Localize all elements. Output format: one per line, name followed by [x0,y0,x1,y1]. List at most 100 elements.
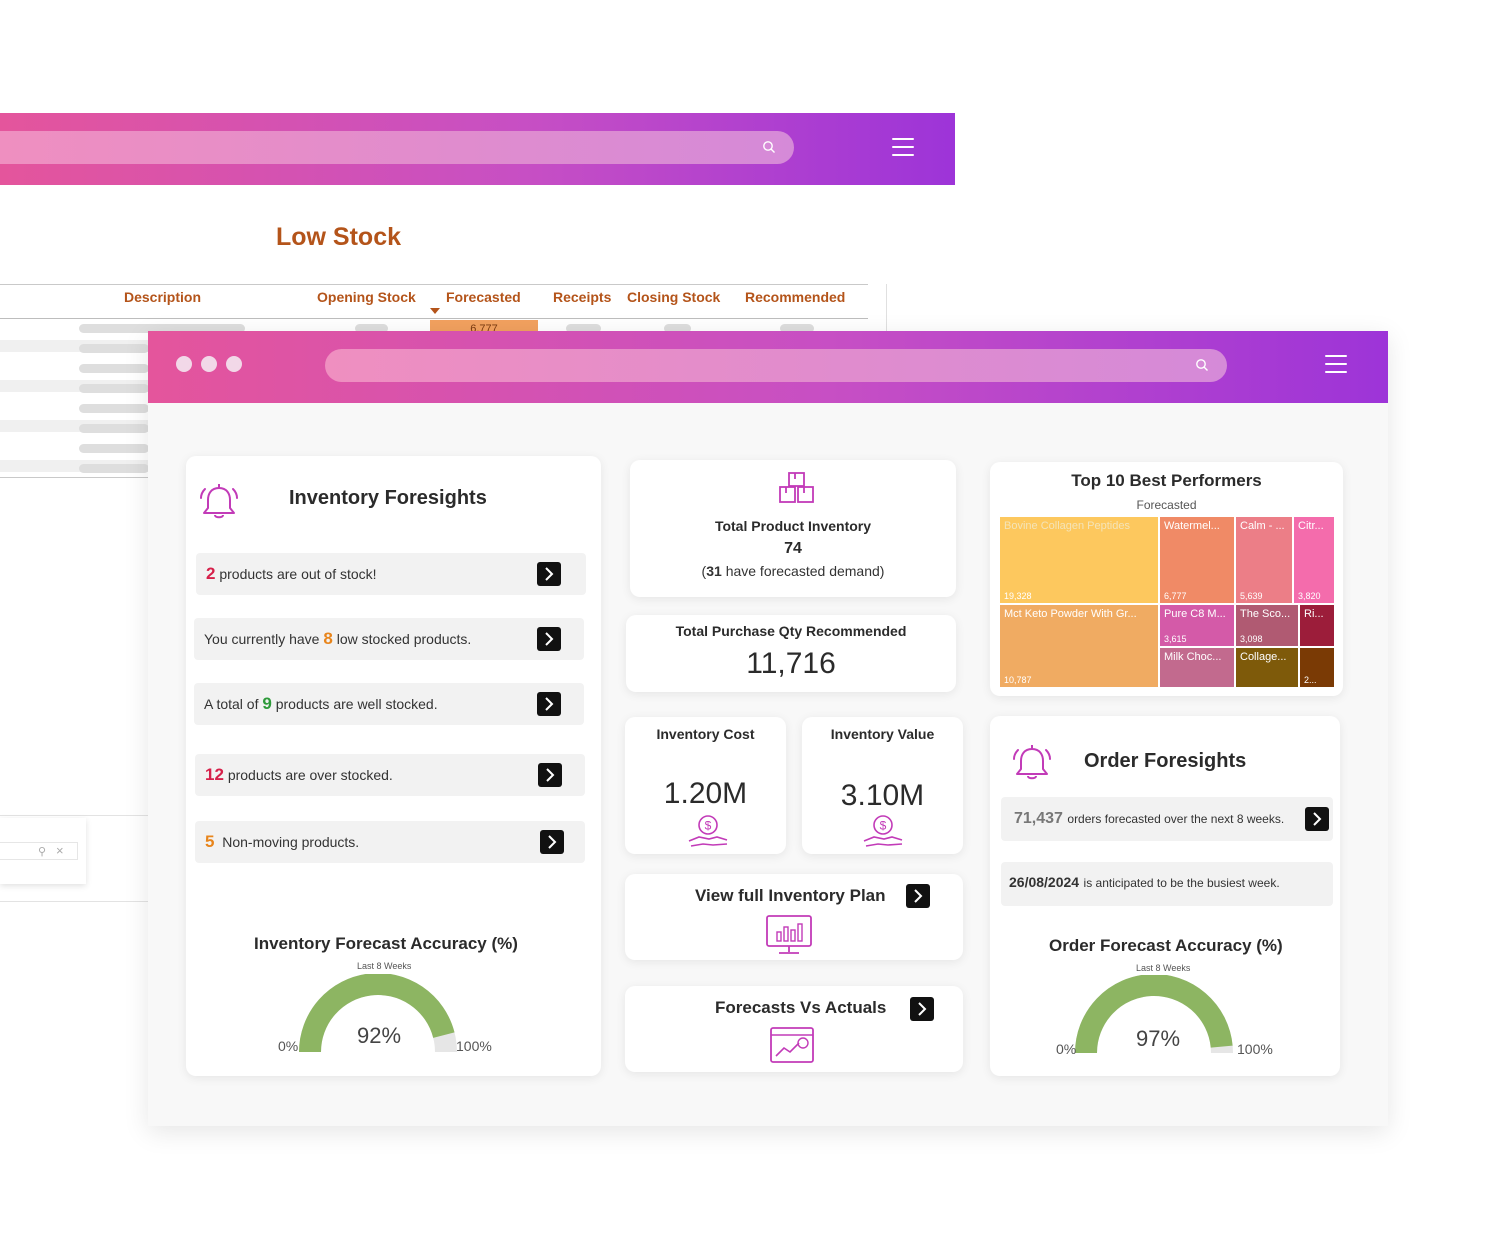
forecasted-demand-text: have forecasted demand) [725,563,885,579]
back-search-bar[interactable] [0,131,794,164]
column-header-receipts[interactable]: Receipts [553,289,611,305]
busiest-week-date: 26/08/2024 [1009,874,1080,890]
section-divider [0,901,148,902]
non-moving-row[interactable]: 5 Non-moving products. [195,821,585,863]
treemap-cell[interactable]: Ri... [1299,604,1335,647]
dashboard-window: Inventory Foresights 2 products are out … [148,331,1388,1126]
out-of-stock-go-button[interactable] [537,562,561,586]
non-moving-count: 5 [205,832,215,851]
over-stocked-row[interactable]: 12 products are over stocked. [195,754,585,796]
column-header-forecasted[interactable]: Forecasted [446,289,521,305]
inventory-cost-label: Inventory Cost [656,726,755,742]
placeholder-bar [79,444,149,453]
treemap-cell[interactable]: Mct Keto Powder With Gr... 10,787 [999,604,1159,688]
top-performers-title: Top 10 Best Performers [1071,471,1262,490]
window-control-dot[interactable] [176,356,192,372]
inventory-accuracy-subtitle: Last 8 Weeks [357,961,412,971]
search-icon[interactable] [1195,358,1209,372]
column-header-description[interactable]: Description [124,289,201,305]
inventory-cost-card: Inventory Cost 1.20M $ [625,717,786,854]
forecasts-vs-actuals-label[interactable]: Forecasts Vs Actuals [715,998,886,1018]
table-top-rule [0,284,868,285]
out-of-stock-row[interactable]: 2 products are out of stock! [196,553,586,595]
forecasts-vs-actuals-card[interactable]: Forecasts Vs Actuals [625,986,963,1072]
monitor-chart-icon [766,915,812,954]
over-stocked-count: 12 [205,765,224,784]
placeholder-bar [79,464,149,473]
placeholder-bar [79,404,149,413]
top-performers-subtitle: Forecasted [1136,498,1197,512]
dashboard-titlebar [148,331,1388,403]
treemap-cell-label: The Sco... [1240,608,1291,620]
treemap-cell-label: Milk Choc... [1164,651,1222,663]
treemap-cell-value: 3,098 [1240,634,1263,644]
treemap-cell[interactable]: The Sco... 3,098 [1235,604,1299,647]
out-of-stock-count: 2 [206,564,216,583]
table-header-rule [0,318,868,319]
inventory-foresights-title: Inventory Foresights [289,487,487,509]
treemap-cell[interactable]: 2... [1299,647,1335,688]
treemap-cell[interactable]: Calm - ... 5,639 [1235,516,1293,604]
treemap-cell-value: 2... [1304,675,1317,685]
inventory-plan-label[interactable]: View full Inventory Plan [695,886,886,906]
low-stock-go-button[interactable] [537,627,561,651]
svg-text:$: $ [880,819,887,833]
dashboard-search-bar[interactable] [325,349,1227,382]
order-accuracy-title: Order Forecast Accuracy (%) [1049,936,1283,955]
treemap-cell-label: Bovine Collagen Peptides [1004,520,1130,532]
orders-forecast-row[interactable]: 71,437 orders forecasted over the next 8… [1001,797,1333,841]
order-gauge-max-label: 100% [1237,1041,1273,1057]
treemap-cell-label: Watermel... [1164,520,1220,532]
filter-search-field[interactable]: ⚲ × [0,842,78,860]
treemap-cell[interactable]: Citr... 3,820 [1293,516,1335,604]
inventory-value-card: Inventory Value 3.10M $ [802,717,963,854]
table-right-border [886,284,887,332]
non-moving-go-button[interactable] [540,830,564,854]
treemap-cell[interactable]: Pure C8 M... 3,615 [1159,604,1235,647]
column-header-recommended[interactable]: Recommended [745,289,845,305]
search-icon[interactable] [762,140,776,154]
column-header-opening-stock[interactable]: Opening Stock [317,289,416,305]
chevron-right-icon [914,889,923,903]
well-stocked-row[interactable]: A total of 9 products are well stocked. [194,683,584,725]
close-icon[interactable]: × [56,843,64,858]
treemap-cell-value: 3,820 [1298,591,1321,601]
hamburger-menu-icon[interactable] [892,138,914,156]
svg-text:$: $ [705,819,712,833]
well-stocked-go-button[interactable] [537,692,561,716]
out-of-stock-text: products are out of stock! [219,566,377,582]
treemap-cell-label: Citr... [1298,520,1324,532]
inventory-plan-card[interactable]: View full Inventory Plan [625,874,963,960]
treemap-cell-value: 6,777 [1164,591,1187,601]
forecasts-vs-actuals-go-button[interactable] [910,997,934,1021]
treemap-cell-label: Mct Keto Powder With Gr... [1004,608,1137,620]
bell-icon [1013,745,1051,780]
order-accuracy-value: 97% [1136,1026,1181,1051]
window-control-dot[interactable] [226,356,242,372]
window-control-dot[interactable] [201,356,217,372]
inventory-accuracy-title: Inventory Forecast Accuracy (%) [254,934,518,953]
treemap-cell-label: Calm - ... [1240,520,1285,532]
well-stocked-pre-text: A total of [204,696,259,712]
inventory-plan-go-button[interactable] [906,884,930,908]
treemap-cell[interactable]: Milk Choc... [1159,647,1235,688]
sort-descending-icon[interactable] [430,308,440,314]
purchase-qty-label: Total Purchase Qty Recommended [675,623,907,639]
back-window-titlebar [0,113,955,185]
over-stocked-go-button[interactable] [538,763,562,787]
busiest-week-row: 26/08/2024 is anticipated to be the busi… [1001,862,1333,906]
purchase-qty-card: Total Purchase Qty Recommended 11,716 [626,615,956,692]
money-hand-icon: $ [863,815,903,847]
chevron-right-icon [548,835,557,849]
column-header-closing-stock[interactable]: Closing Stock [627,289,720,305]
section-divider [0,815,148,816]
inventory-value-value: 3.10M [840,779,925,812]
hamburger-menu-icon[interactable] [1325,355,1347,373]
treemap-cell[interactable]: Bovine Collagen Peptides 19,328 [999,516,1159,604]
treemap-cell[interactable]: Collage... [1235,647,1299,688]
low-stock-row[interactable]: You currently have 8 low stocked product… [194,618,584,660]
over-stocked-text: products are over stocked. [227,767,393,783]
treemap-cell[interactable]: Watermel... 6,777 [1159,516,1235,604]
orders-forecast-go-button[interactable] [1305,807,1329,831]
search-icon[interactable]: ⚲ [38,845,46,858]
